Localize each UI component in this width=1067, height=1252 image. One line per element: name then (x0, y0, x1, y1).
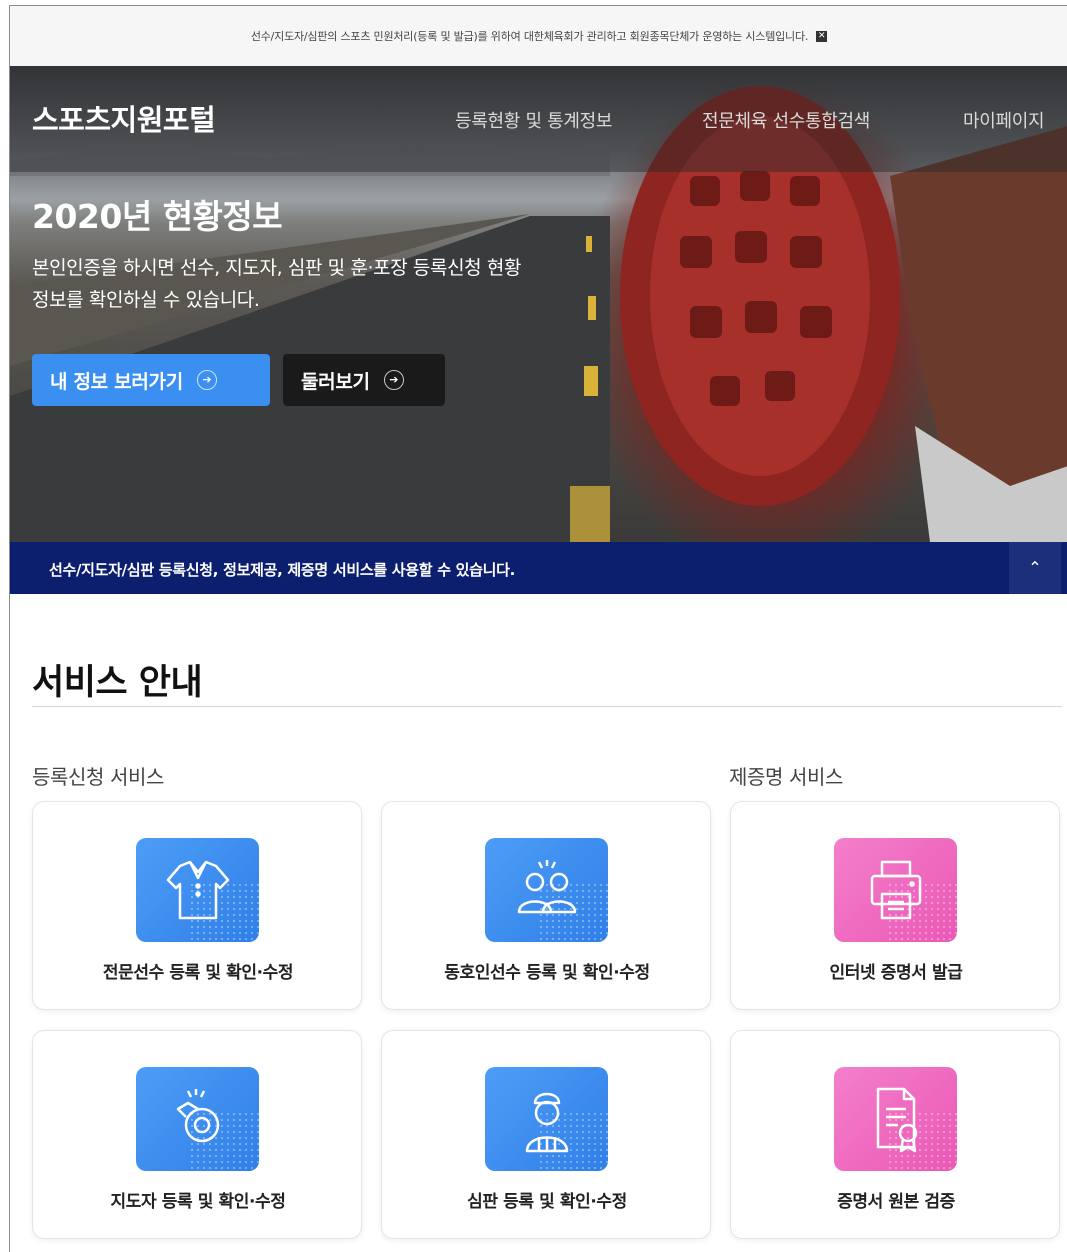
service-card-pro-athlete[interactable]: 전문선수 등록 및 확인·수정 (32, 801, 362, 1010)
arrow-right-icon: ➔ (196, 370, 217, 390)
close-icon[interactable]: ✕ (816, 30, 828, 42)
referee-icon (485, 1067, 608, 1171)
page-frame: 선수/지도자/심판의 스포츠 민원처리(등록 및 발급)를 위하여 대한체육회가… (9, 5, 1067, 1252)
group-label-certificate: 제증명 서비스 (729, 765, 843, 789)
nav-item-mypage[interactable]: 마이페이지 (963, 107, 1045, 133)
hero-description: 본인인증을 하시면 선수, 지도자, 심판 및 훈·포장 등록신청 현황 정보를… (32, 257, 522, 311)
certificate-icon (834, 1067, 957, 1171)
card-label: 전문선수 등록 및 확인·수정 (102, 963, 294, 983)
whistle-icon (136, 1067, 259, 1171)
my-info-button[interactable]: 내 정보 보러가기 ➔ (32, 354, 270, 406)
section-title: 서비스 안내 (32, 663, 203, 703)
service-card-referee[interactable]: 심판 등록 및 확인·수정 (381, 1030, 711, 1239)
group-label-registration: 등록신청 서비스 (32, 765, 164, 789)
browse-button[interactable]: 둘러보기 ➔ (283, 354, 445, 406)
card-label: 지도자 등록 및 확인·수정 (110, 1192, 286, 1212)
printer-icon (834, 838, 957, 942)
notice-text: 선수/지도자/심판의 스포츠 민원처리(등록 및 발급)를 위하여 대한체육회가… (250, 30, 809, 43)
nav-item-statistics[interactable]: 등록현황 및 통계정보 (455, 107, 612, 133)
hero-banner: 스포츠지원포털 등록현황 및 통계정보 전문체육 선수통합검색 마이페이지 20… (10, 66, 1067, 542)
service-card-certificate-verify[interactable]: 증명서 원본 검증 (730, 1030, 1060, 1239)
arrow-right-icon: ➔ (383, 370, 404, 390)
strip-text: 선수/지도자/심판 등록신청, 정보제공, 제증명 서비스를 사용할 수 있습니… (49, 561, 516, 579)
section-divider (32, 706, 1062, 707)
notice-bar: 선수/지도자/심판의 스포츠 민원처리(등록 및 발급)를 위하여 대한체육회가… (10, 6, 1067, 66)
card-label: 심판 등록 및 확인·수정 (467, 1192, 627, 1212)
card-label: 동호인선수 등록 및 확인·수정 (444, 963, 650, 983)
service-info-strip: 선수/지도자/심판 등록신청, 정보제공, 제증명 서비스를 사용할 수 있습니… (10, 542, 1067, 594)
nav-item-athlete-search[interactable]: 전문체육 선수통합검색 (702, 107, 870, 133)
card-label: 인터넷 증명서 발급 (829, 963, 963, 983)
service-card-club-athlete[interactable]: 동호인선수 등록 및 확인·수정 (381, 801, 711, 1010)
service-card-coach[interactable]: 지도자 등록 및 확인·수정 (32, 1030, 362, 1239)
chevron-up-icon[interactable]: ⌃ (1009, 542, 1061, 594)
uniform-icon (136, 838, 259, 942)
card-label: 증명서 원본 검증 (837, 1192, 955, 1212)
site-logo[interactable]: 스포츠지원포털 (32, 97, 216, 139)
people-icon (485, 838, 608, 942)
service-card-certificate-issue[interactable]: 인터넷 증명서 발급 (730, 801, 1060, 1010)
hero-title: 2020년 현황정보 (32, 197, 283, 236)
